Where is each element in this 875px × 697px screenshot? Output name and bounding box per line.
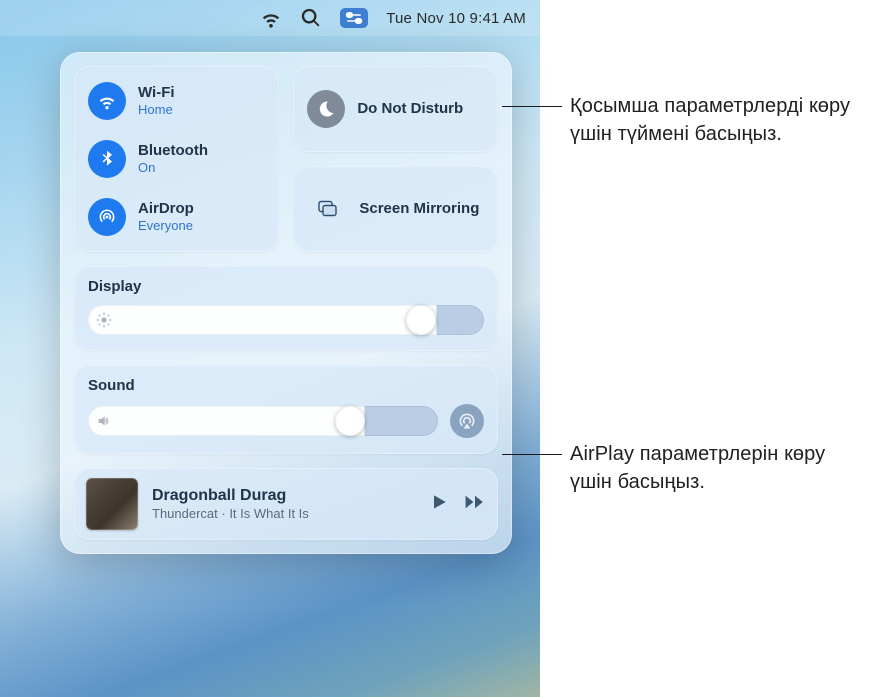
callout-dnd: Қосымша параметрлерді көру үшін түймені … — [570, 92, 860, 148]
next-track-button[interactable] — [464, 492, 486, 517]
bluetooth-label: Bluetooth — [138, 143, 208, 160]
callout-airplay: AirPlay параметрлерін көру үшін басыңыз. — [570, 440, 860, 496]
display-card: Display — [74, 266, 498, 351]
bluetooth-status: On — [138, 161, 208, 175]
screen-mirroring-label: Screen Mirroring — [359, 200, 479, 218]
display-brightness-slider[interactable] — [88, 305, 484, 335]
now-playing-subtitle: Thundercat · It Is What It Is — [152, 506, 414, 521]
airdrop-toggle[interactable]: AirDrop Everyone — [84, 192, 269, 242]
airdrop-status: Everyone — [138, 219, 194, 233]
do-not-disturb-tile[interactable]: Do Not Disturb — [293, 66, 498, 152]
sound-volume-slider[interactable] — [88, 406, 438, 436]
connectivity-card: Wi-Fi Home Bluetooth On AirDrop — [74, 66, 279, 252]
control-center-menubar-icon[interactable] — [340, 8, 368, 28]
bluetooth-toggle[interactable]: Bluetooth On — [84, 134, 269, 184]
screen-mirroring-tile[interactable]: Screen Mirroring — [293, 166, 498, 252]
menubar-datetime[interactable]: Tue Nov 10 9:41 AM — [386, 10, 526, 27]
album-art — [86, 478, 138, 530]
play-button[interactable] — [428, 492, 450, 517]
now-playing-card[interactable]: Dragonball Durag Thundercat · It Is What… — [74, 468, 498, 540]
display-label: Display — [88, 278, 484, 295]
wifi-label: Wi-Fi — [138, 85, 175, 102]
menu-bar: Tue Nov 10 9:41 AM — [0, 0, 540, 36]
callout-leader — [502, 106, 562, 107]
callout-leader — [502, 454, 562, 455]
spotlight-icon[interactable] — [300, 7, 322, 29]
control-center-panel: Wi-Fi Home Bluetooth On AirDrop — [60, 52, 512, 554]
brightness-low-icon — [96, 312, 112, 328]
airplay-audio-button[interactable] — [450, 404, 484, 438]
bluetooth-icon — [88, 140, 126, 178]
sound-label: Sound — [88, 377, 484, 394]
wifi-menubar-icon[interactable] — [260, 7, 282, 29]
wifi-toggle[interactable]: Wi-Fi Home — [84, 76, 269, 126]
now-playing-title: Dragonball Durag — [152, 487, 414, 505]
slider-knob[interactable] — [335, 406, 365, 436]
sound-card: Sound — [74, 365, 498, 454]
wifi-icon — [88, 82, 126, 120]
screen-mirroring-icon — [307, 192, 347, 226]
volume-icon — [96, 413, 112, 429]
slider-knob[interactable] — [406, 305, 436, 335]
airdrop-label: AirDrop — [138, 201, 194, 218]
moon-icon — [307, 90, 345, 128]
wifi-status: Home — [138, 103, 175, 117]
airdrop-icon — [88, 198, 126, 236]
dnd-label: Do Not Disturb — [357, 100, 463, 118]
